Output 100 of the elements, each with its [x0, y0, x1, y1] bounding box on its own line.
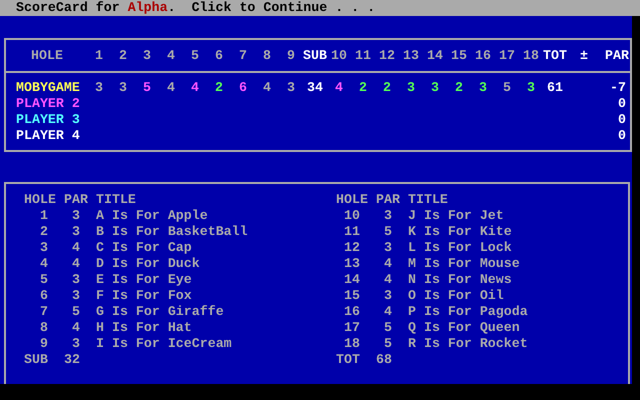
score-cell: 3 [287, 80, 295, 96]
hole-number: 13 [344, 256, 360, 272]
hole-number: 15 [344, 288, 360, 304]
score-cell: 4 [191, 80, 199, 96]
hole-number: 8 [40, 320, 48, 336]
par-difference: -7 [610, 80, 626, 96]
player-name: PLAYER 2 [16, 96, 80, 111]
hole-number: 16 [344, 304, 360, 320]
column-header: TITLE [408, 192, 448, 207]
hole-number: 11 [344, 224, 360, 240]
hole-par: 3 [384, 240, 392, 256]
score-cell: 34 [307, 80, 323, 96]
hole-par: 4 [384, 304, 392, 320]
hole-number: 10 [344, 208, 360, 224]
hole-number: 4 [40, 256, 48, 272]
hole-par: 4 [72, 320, 80, 336]
hole-title: K Is For Kite [408, 224, 512, 239]
hole-number: 14 [344, 272, 360, 288]
score-cell: 2 [383, 80, 391, 96]
column-header: HOLE [336, 192, 368, 207]
column-header: 6 [215, 48, 223, 64]
par-difference: 0 [618, 128, 626, 144]
column-header: HOLE [31, 48, 63, 63]
player-name: MOBYGAME [16, 80, 80, 95]
hole-par: 3 [72, 272, 80, 288]
hole-title: I Is For IceCream [96, 336, 232, 351]
player-name: PLAYER 4 [16, 128, 80, 143]
total-label: TOT [336, 352, 360, 367]
hole-par: 3 [72, 224, 80, 240]
par-difference: 0 [618, 96, 626, 112]
column-header: 17 [499, 48, 515, 64]
hole-par: 4 [384, 272, 392, 288]
score-cell: 2 [455, 80, 463, 96]
hole-title: C Is For Cap [96, 240, 192, 255]
hole-number: 5 [40, 272, 48, 288]
column-header: 16 [475, 48, 491, 64]
score-cell: 4 [167, 80, 175, 96]
hole-par: 5 [384, 224, 392, 240]
hole-par: 5 [384, 336, 392, 352]
total-value: 32 [64, 352, 80, 367]
column-header: TITLE [96, 192, 136, 207]
hole-par: 3 [72, 208, 80, 224]
hole-par: 3 [384, 288, 392, 304]
plus-minus-label: ± [580, 48, 588, 64]
score-cell: 6 [239, 80, 247, 96]
hole-par: 5 [72, 304, 80, 320]
score-cell: 3 [119, 80, 127, 96]
hole-title: E Is For Eye [96, 272, 192, 287]
hole-title: R Is For Rocket [408, 336, 528, 351]
hole-par: 3 [72, 336, 80, 352]
hole-par: 4 [72, 256, 80, 272]
hole-title: M Is For Mouse [408, 256, 520, 271]
hole-number: 7 [40, 304, 48, 320]
hole-title: D Is For Duck [96, 256, 200, 271]
column-header: 10 [331, 48, 347, 64]
hole-title: H Is For Hat [96, 320, 192, 335]
hole-number: 6 [40, 288, 48, 304]
hole-number: 3 [40, 240, 48, 256]
column-header: PAR [64, 192, 88, 207]
column-header: 14 [427, 48, 443, 64]
hole-number: 18 [344, 336, 360, 352]
score-cell: 3 [431, 80, 439, 96]
score-cell: 3 [527, 80, 535, 96]
hole-title: J Is For Jet [408, 208, 504, 223]
column-header: 4 [167, 48, 175, 64]
hole-par: 3 [384, 208, 392, 224]
score-cell: 4 [335, 80, 343, 96]
hole-number: 9 [40, 336, 48, 352]
hole-title: L Is For Lock [408, 240, 512, 255]
total-value: 68 [376, 352, 392, 367]
player-name: PLAYER 3 [16, 112, 80, 127]
hole-number: 17 [344, 320, 360, 336]
score-cell: 4 [263, 80, 271, 96]
hole-number: 1 [40, 208, 48, 224]
column-header: 12 [379, 48, 395, 64]
par-difference: 0 [618, 112, 626, 128]
hole-title: N Is For News [408, 272, 512, 287]
title-text[interactable]: ScoreCard for Alpha. Click to Continue . . . [16, 0, 376, 15]
column-header: PAR [605, 48, 629, 64]
hole-number: 2 [40, 224, 48, 240]
hole-par: 4 [72, 240, 80, 256]
column-header: 3 [143, 48, 151, 64]
hole-title: G Is For Giraffe [96, 304, 224, 319]
score-cell: 5 [143, 80, 151, 96]
column-header: 7 [239, 48, 247, 64]
column-header: 8 [263, 48, 271, 64]
hole-title: B Is For BasketBall [96, 224, 248, 239]
hole-title: Q Is For Queen [408, 320, 520, 335]
score-cell: 3 [407, 80, 415, 96]
column-header: 2 [119, 48, 127, 64]
hole-title: O Is For Oil [408, 288, 504, 303]
column-header: HOLE [24, 192, 56, 207]
hole-number: 12 [344, 240, 360, 256]
column-header: 15 [451, 48, 467, 64]
score-cell: 5 [503, 80, 511, 96]
hole-title: F Is For Fox [96, 288, 192, 303]
score-cell: 3 [95, 80, 103, 96]
column-header: 1 [95, 48, 103, 64]
column-header: SUB [303, 48, 327, 64]
column-header: 5 [191, 48, 199, 64]
